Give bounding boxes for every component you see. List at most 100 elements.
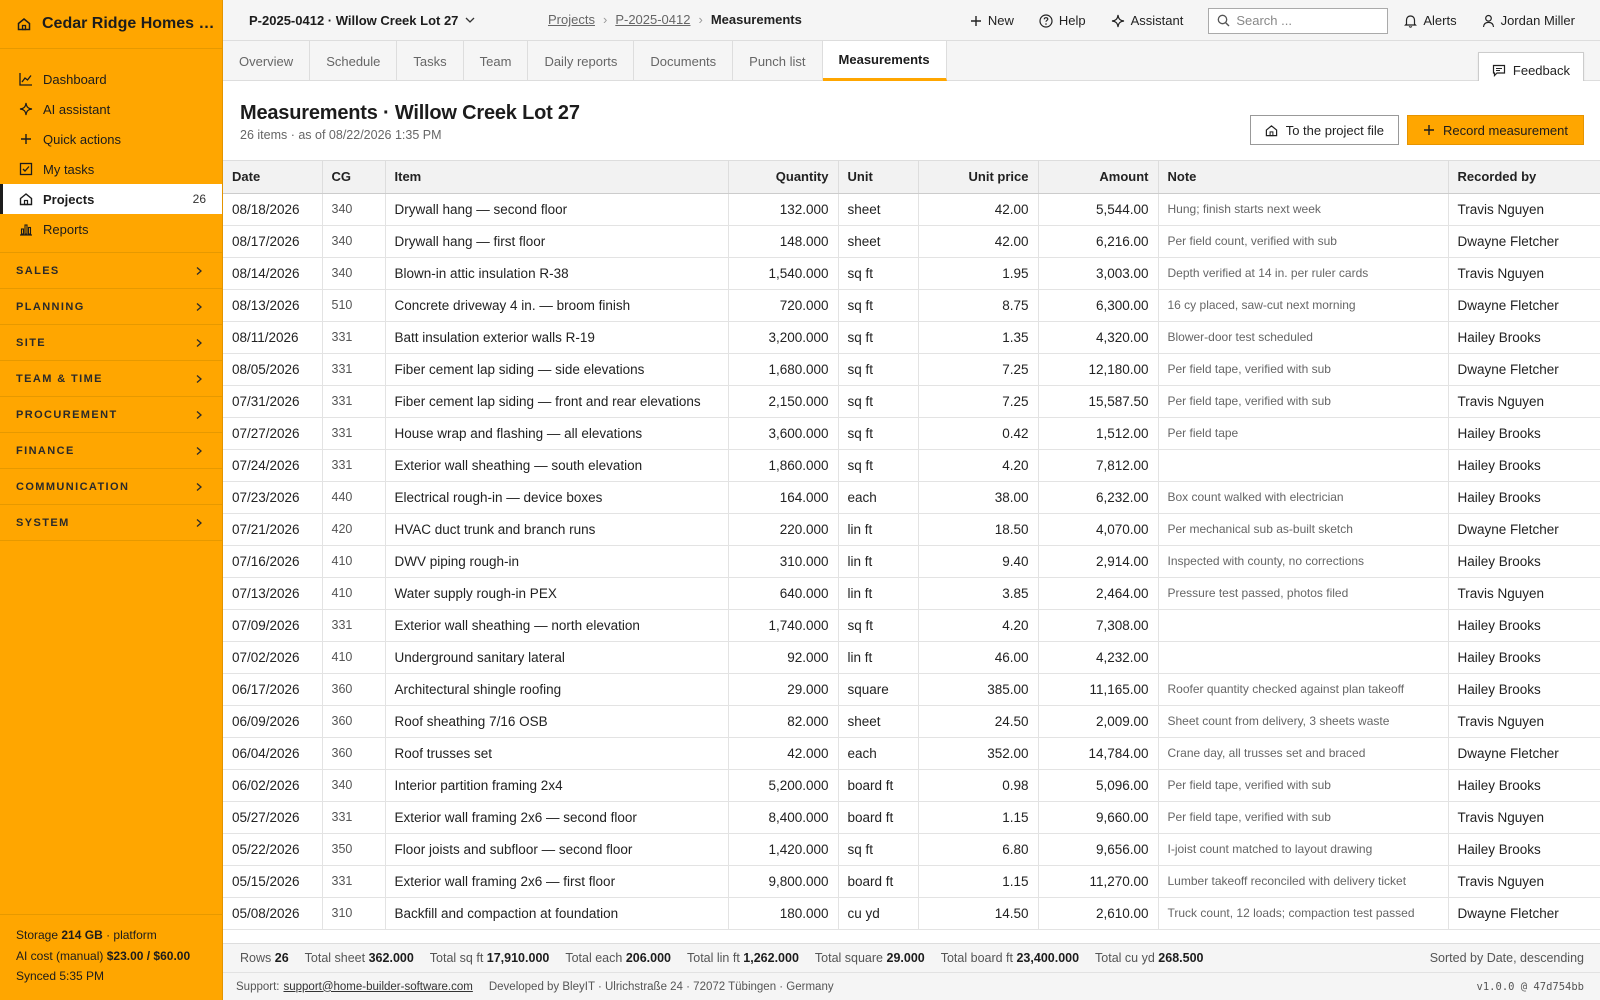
column-header-cg[interactable]: CG (322, 161, 386, 194)
record-measurement-button[interactable]: Record measurement (1407, 115, 1584, 145)
tab-schedule[interactable]: Schedule (310, 41, 398, 81)
column-header-note[interactable]: Note (1158, 161, 1449, 194)
table-row[interactable]: 08/13/2026 510 Concrete driveway 4 in. — b… (223, 289, 1600, 322)
table-row[interactable]: 05/27/2026 331 Exterior wall framing 2x6 —… (223, 801, 1600, 834)
table-row[interactable]: 06/04/2026 360 Roof trusses set 42.000 each 3… (223, 737, 1600, 770)
project-switcher[interactable]: P-2025-0412 · Willow Creek Lot 27 (249, 13, 476, 28)
table-row[interactable]: 08/18/2026 340 Drywall hang — second floor… (223, 193, 1600, 226)
search-input[interactable] (1236, 13, 1387, 28)
cell-recorded-by: Dwayne Fletcher (1448, 225, 1600, 258)
table-row[interactable]: 07/31/2026 331 Fiber cement lap siding — f… (223, 385, 1600, 418)
new-button[interactable]: New (970, 13, 1014, 28)
tab-tasks[interactable]: Tasks (397, 41, 464, 81)
table-row[interactable]: 08/11/2026 331 Batt insulation exterior wa… (223, 321, 1600, 354)
cell-note: Per field tape, verified with sub (1158, 385, 1449, 418)
table-row[interactable]: 06/02/2026 340 Interior partition framing … (223, 769, 1600, 802)
sidebar-item-reports[interactable]: Reports (0, 214, 222, 244)
cell-note: Per field count, verified with sub (1158, 225, 1449, 258)
sidebar-section-system[interactable]: SYSTEM (0, 505, 222, 541)
column-header-date[interactable]: Date (223, 161, 323, 194)
tab-documents[interactable]: Documents (634, 41, 734, 81)
cell-cg: 440 (322, 481, 386, 514)
cell-unit-price: 7.25 (918, 385, 1039, 418)
table-row[interactable]: 05/08/2026 310 Backfill and compaction at … (223, 897, 1600, 930)
cell-cg: 331 (322, 385, 386, 418)
tab-overview[interactable]: Overview (223, 41, 311, 81)
table-row[interactable]: 07/16/2026 410 DWV piping rough-in 310.000 l… (223, 545, 1600, 578)
measurements-table-container[interactable]: Date CG Item Quantity Unit Unit price Am… (223, 161, 1600, 943)
cell-date: 06/04/2026 (223, 737, 323, 770)
sidebar-section-finance[interactable]: FINANCE (0, 433, 222, 469)
cell-date: 06/02/2026 (223, 769, 323, 802)
sidebar-item-projects[interactable]: Projects 26 (0, 184, 222, 214)
table-row[interactable]: 07/24/2026 331 Exterior wall sheathing — s… (223, 449, 1600, 482)
chevron-right-icon (196, 338, 202, 347)
cell-item: Batt insulation exterior walls R-19 (385, 321, 729, 354)
column-header-recorded-by[interactable]: Recorded by (1448, 161, 1600, 194)
sidebar-section-team-time[interactable]: TEAM & TIME (0, 361, 222, 397)
table-row[interactable]: 07/09/2026 331 Exterior wall sheathing — n… (223, 609, 1600, 642)
help-button[interactable]: Help (1039, 13, 1086, 28)
sidebar-section-planning[interactable]: PLANNING (0, 289, 222, 325)
sidebar-section-communication[interactable]: COMMUNICATION (0, 469, 222, 505)
column-header-amount[interactable]: Amount (1038, 161, 1159, 194)
table-row[interactable]: 07/27/2026 331 House wrap and flashing — a… (223, 417, 1600, 450)
table-row[interactable]: 07/13/2026 410 Water supply rough-in PEX 64… (223, 577, 1600, 610)
section-label: TEAM & TIME (16, 372, 103, 385)
table-row[interactable]: 06/17/2026 360 Architectural shingle roofi… (223, 673, 1600, 706)
table-row[interactable]: 07/23/2026 440 Electrical rough-in — devic… (223, 481, 1600, 514)
column-header-item[interactable]: Item (385, 161, 729, 194)
table-row[interactable]: 05/15/2026 331 Exterior wall framing 2x6 —… (223, 865, 1600, 898)
assistant-button[interactable]: Assistant (1111, 13, 1183, 28)
breadcrumb-projects-link[interactable]: Projects (548, 12, 595, 27)
sidebar: Cedar Ridge Homes LLC Dashboard AI assis… (0, 0, 223, 1000)
table-row[interactable]: 08/17/2026 340 Drywall hang — first floor 1… (223, 225, 1600, 258)
chevron-right-icon (196, 446, 202, 455)
ai-cost-label: AI cost (manual) (16, 948, 104, 963)
support-email-link[interactable]: support@home-builder-software.com (283, 981, 472, 993)
search-box (1208, 7, 1389, 34)
sidebar-item-dashboard[interactable]: Dashboard (0, 64, 222, 94)
column-header-unit[interactable]: Unit (838, 161, 919, 194)
breadcrumb-project-link[interactable]: P-2025-0412 (615, 12, 690, 27)
table-row[interactable]: 05/22/2026 350 Floor joists and subfloor —… (223, 833, 1600, 866)
table-row[interactable]: 08/05/2026 331 Fiber cement lap siding — s… (223, 353, 1600, 386)
table-row[interactable]: 08/14/2026 340 Blown-in attic insulation R… (223, 257, 1600, 290)
plus-icon (19, 132, 33, 146)
alerts-button[interactable]: Alerts (1404, 13, 1457, 28)
tab-team[interactable]: Team (464, 41, 529, 81)
sidebar-section-site[interactable]: SITE (0, 325, 222, 361)
cell-recorded-by: Travis Nguyen (1448, 193, 1600, 226)
cell-unit-price: 42.00 (918, 193, 1039, 226)
table-row[interactable]: 07/21/2026 420 HVAC duct trunk and branch … (223, 513, 1600, 546)
cell-cg: 340 (322, 193, 386, 226)
cell-date: 07/02/2026 (223, 641, 323, 674)
cell-amount: 14,784.00 (1038, 737, 1159, 770)
user-name: Jordan Miller (1500, 13, 1575, 28)
project-file-button[interactable]: To the project file (1249, 115, 1399, 145)
sidebar-section-sales[interactable]: SALES (0, 253, 222, 289)
cell-recorded-by: Hailey Brooks (1448, 609, 1600, 642)
brand[interactable]: Cedar Ridge Homes LLC (0, 0, 222, 49)
section-label: PLANNING (16, 300, 85, 313)
cell-quantity: 1,420.000 (728, 833, 839, 866)
sidebar-section-procurement[interactable]: PROCUREMENT (0, 397, 222, 433)
sort-status: Sorted by Date, descending (1429, 951, 1584, 965)
sidebar-item-my-tasks[interactable]: My tasks (0, 154, 222, 184)
sidebar-item-ai-assistant[interactable]: AI assistant (0, 94, 222, 124)
cell-item: Concrete driveway 4 in. — broom finish (385, 289, 729, 322)
sidebar-item-quick-actions[interactable]: Quick actions (0, 124, 222, 154)
cell-recorded-by: Travis Nguyen (1448, 577, 1600, 610)
table-row[interactable]: 06/09/2026 360 Roof sheathing 7/16 OSB 82.0… (223, 705, 1600, 738)
user-menu[interactable]: Jordan Miller (1482, 13, 1575, 28)
table-row[interactable]: 07/02/2026 410 Underground sanitary latera… (223, 641, 1600, 674)
tab-daily-reports[interactable]: Daily reports (528, 41, 635, 81)
column-header-unit-price[interactable]: Unit price (918, 161, 1039, 194)
cell-amount: 5,544.00 (1038, 193, 1159, 226)
cell-unit-price: 18.50 (918, 513, 1039, 546)
column-header-quantity[interactable]: Quantity (728, 161, 839, 194)
tab-punch-list[interactable]: Punch list (733, 41, 823, 81)
cell-cg: 350 (322, 833, 386, 866)
cell-item: Fiber cement lap siding — side elevation… (385, 353, 729, 386)
tab-measurements[interactable]: Measurements (822, 41, 947, 81)
